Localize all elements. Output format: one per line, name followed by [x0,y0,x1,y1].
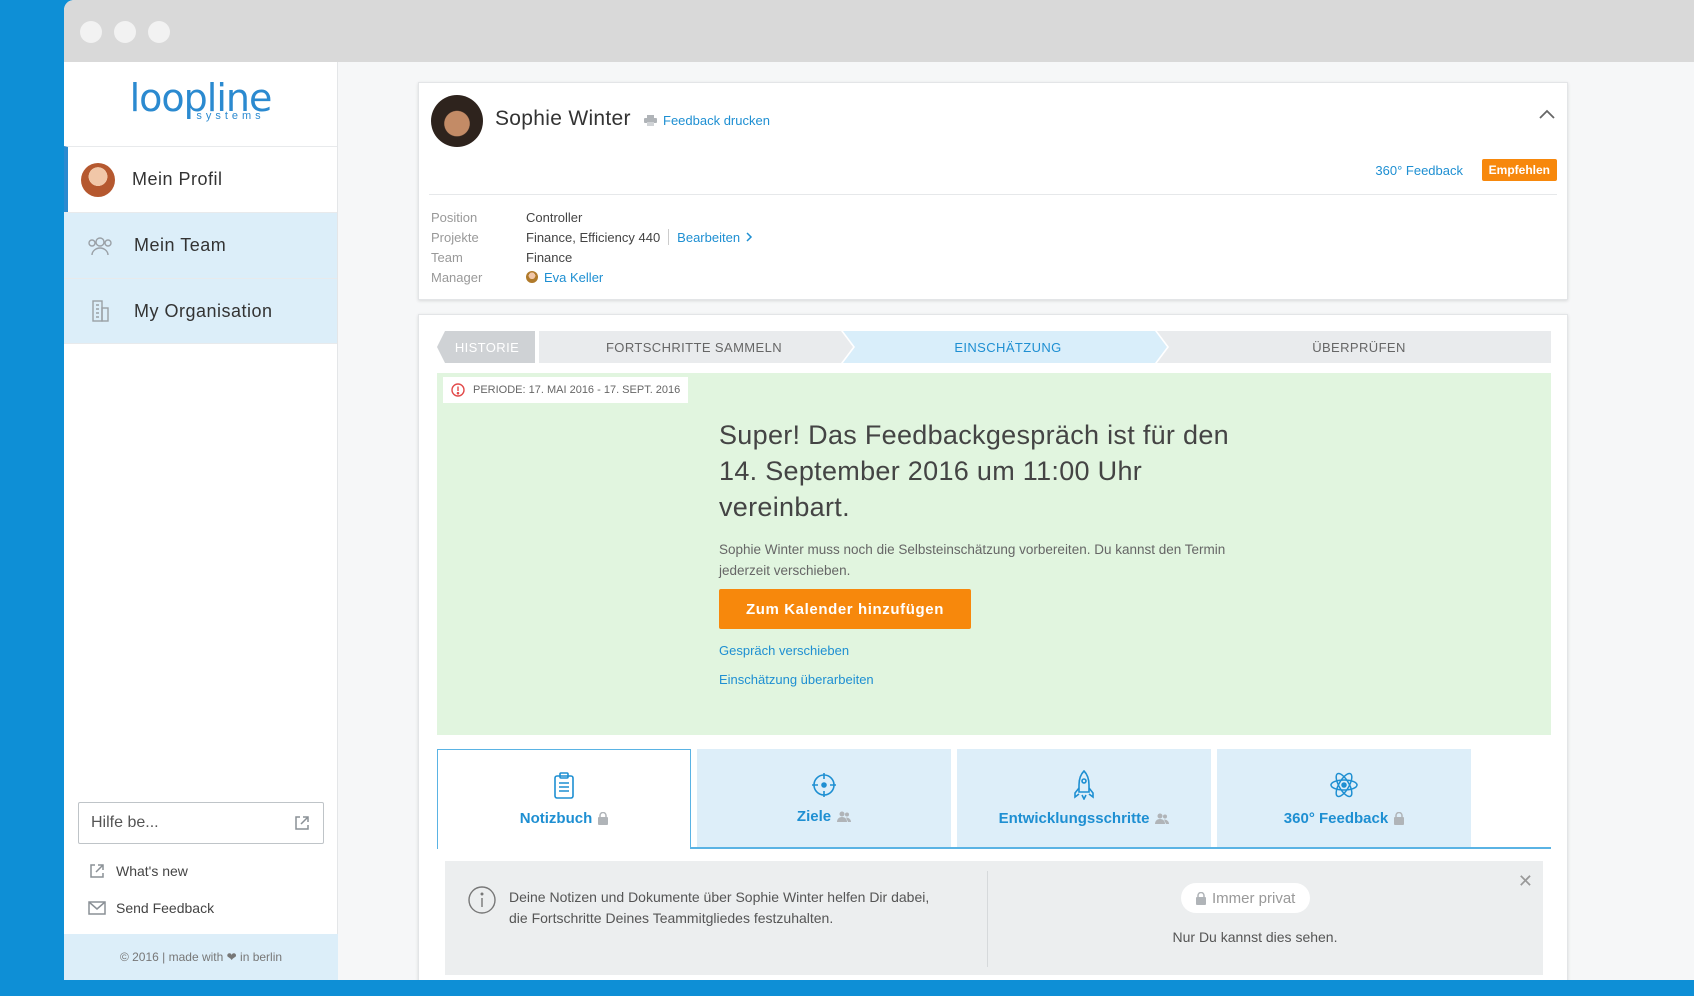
projects-value: Finance, Efficiency 440 [526,229,661,245]
lock-icon [1394,811,1405,825]
step-einschaetzung[interactable]: EINSCHÄTZUNG [853,331,1163,363]
status-box: PERIODE: 17. MAI 2016 - 17. SEPT. 2016 S… [437,373,1551,735]
rocket-icon [1074,769,1094,800]
feedback-360-link[interactable]: 360° Feedback [1375,163,1463,178]
tab-ziele[interactable]: Ziele [697,749,951,847]
tab-label: Entwicklungsschritte [998,809,1150,827]
window-minimize-dot[interactable] [114,21,136,43]
separator [668,229,670,245]
projects-label: Projekte [431,229,479,245]
clipboard-icon [554,772,574,799]
period-badge: PERIODE: 17. MAI 2016 - 17. SEPT. 2016 [443,377,689,403]
main-content: Sophie Winter Feedback drucken 360° Feed… [338,62,1694,980]
chevron-right-icon [746,232,753,242]
logo-subtext: systems [196,110,265,122]
sidebar-item-label: Mein Profil [132,169,223,189]
recommend-button[interactable]: Empfehlen [1481,159,1557,181]
info-icon [468,886,496,914]
browser-window: loopline systems Mein Profil Mein Team M… [64,0,1694,980]
status-headline: Super! Das Feedbackgespräch ist für den … [719,420,1229,522]
divider [987,871,988,967]
manager-label: Manager [431,269,483,285]
profile-card: Sophie Winter Feedback drucken 360° Feed… [418,82,1568,300]
close-icon[interactable]: ✕ [1518,871,1533,892]
whats-new-link[interactable]: What's new [88,862,188,880]
info-notice: Deine Notizen und Dokumente über Sophie … [445,861,1543,975]
tab-360-feedback[interactable]: 360° Feedback [1217,749,1471,847]
send-feedback-label: Send Feedback [116,900,215,916]
sidebar-item-mein-team[interactable]: Mein Team [64,212,337,278]
add-to-calendar-button[interactable]: Zum Kalender hinzufügen [719,589,971,629]
sidebar-item-label: Mein Team [134,235,227,255]
edit-projects-link[interactable]: Bearbeiten [677,230,740,245]
manager-link[interactable]: Eva Keller [544,270,603,285]
people-icon [837,811,852,822]
external-link-icon [90,864,104,878]
tab-notizbuch[interactable]: Notizbuch [437,749,691,849]
window-close-dot[interactable] [80,21,102,43]
print-feedback-label: Feedback drucken [663,113,770,128]
atom-icon [1330,772,1358,797]
sidebar-footer: © 2016 | made with ❤ in berlin [64,934,338,980]
profile-name: Sophie Winter [495,107,631,130]
profile-details: Position Controller Projekte Finance, Ef… [431,207,754,287]
period-text: PERIODE: 17. MAI 2016 - 17. SEPT. 2016 [473,384,681,396]
external-link-icon [295,816,309,830]
privacy-pill-label: Immer privat [1212,889,1296,907]
lock-icon [598,812,609,825]
privacy-pill: Immer privat [1181,883,1311,913]
team-value: Finance [526,249,573,265]
reschedule-link[interactable]: Gespräch verschieben [719,643,849,658]
send-feedback-link[interactable]: Send Feedback [88,900,214,916]
step-ueberpruefen[interactable]: ÜBERPRÜFEN [1167,331,1551,363]
chevron-up-icon[interactable] [1539,109,1555,119]
window-maximize-dot[interactable] [148,21,170,43]
print-feedback-link[interactable]: Feedback drucken [644,113,770,128]
step-historie[interactable]: HISTORIE [437,331,537,363]
building-icon [82,293,118,329]
tab-label: Notizbuch [519,810,593,827]
title-bar [64,0,1694,62]
people-icon [1155,813,1170,824]
avatar [80,162,116,198]
help-search-input[interactable]: Hilfe be... [78,802,324,844]
tab-entwicklungsschritte[interactable]: Entwicklungsschritte [957,749,1211,847]
logo[interactable]: loopline systems [64,62,337,146]
team-icon [82,228,118,264]
projects-value-wrap: Finance, Efficiency 440 Bearbeiten [526,229,754,245]
manager-avatar [526,271,538,283]
team-label: Team [431,249,463,265]
detail-row-projects: Projekte Finance, Efficiency 440 Bearbei… [431,227,754,247]
tab-label: Ziele [796,807,832,825]
tab-label: 360° Feedback [1283,809,1389,827]
avatar [431,95,483,147]
notice-text: Deine Notizen und Dokumente über Sophie … [509,889,930,926]
printer-icon [644,115,657,126]
section-tabs: Notizbuch Ziele Entwicklungsschritte 360… [437,749,1551,849]
status-description: Sophie Winter muss noch die Selbsteinsch… [719,542,1226,578]
progress-steps: HISTORIE FORTSCHRITTE SAMMELN EINSCHÄTZU… [437,331,1551,363]
detail-row-team: Team Finance [431,247,754,267]
sidebar: loopline systems Mein Profil Mein Team M… [64,62,338,980]
sidebar-item-my-organisation[interactable]: My Organisation [64,278,337,344]
detail-row-position: Position Controller [431,207,754,227]
sidebar-item-mein-profil[interactable]: Mein Profil [64,146,337,212]
mail-icon [88,901,106,915]
divider [429,194,1557,195]
privacy-subtext: Nur Du kannst dies sehen. [1172,929,1338,945]
position-label: Position [431,209,478,225]
sidebar-item-label: My Organisation [134,300,273,321]
process-panel: HISTORIE FORTSCHRITTE SAMMELN EINSCHÄTZU… [418,314,1568,980]
whats-new-label: What's new [116,863,188,879]
target-icon [812,772,836,797]
help-placeholder: Hilfe be... [91,814,159,831]
revise-assessment-link[interactable]: Einschätzung überarbeiten [719,672,874,687]
manager-value-wrap: Eva Keller [526,270,603,285]
detail-row-manager: Manager Eva Keller [431,267,754,287]
step-fortschritte-sammeln[interactable]: FORTSCHRITTE SAMMELN [539,331,849,363]
position-value: Controller [526,209,583,225]
alert-icon [451,383,465,397]
lock-icon [1196,891,1206,905]
